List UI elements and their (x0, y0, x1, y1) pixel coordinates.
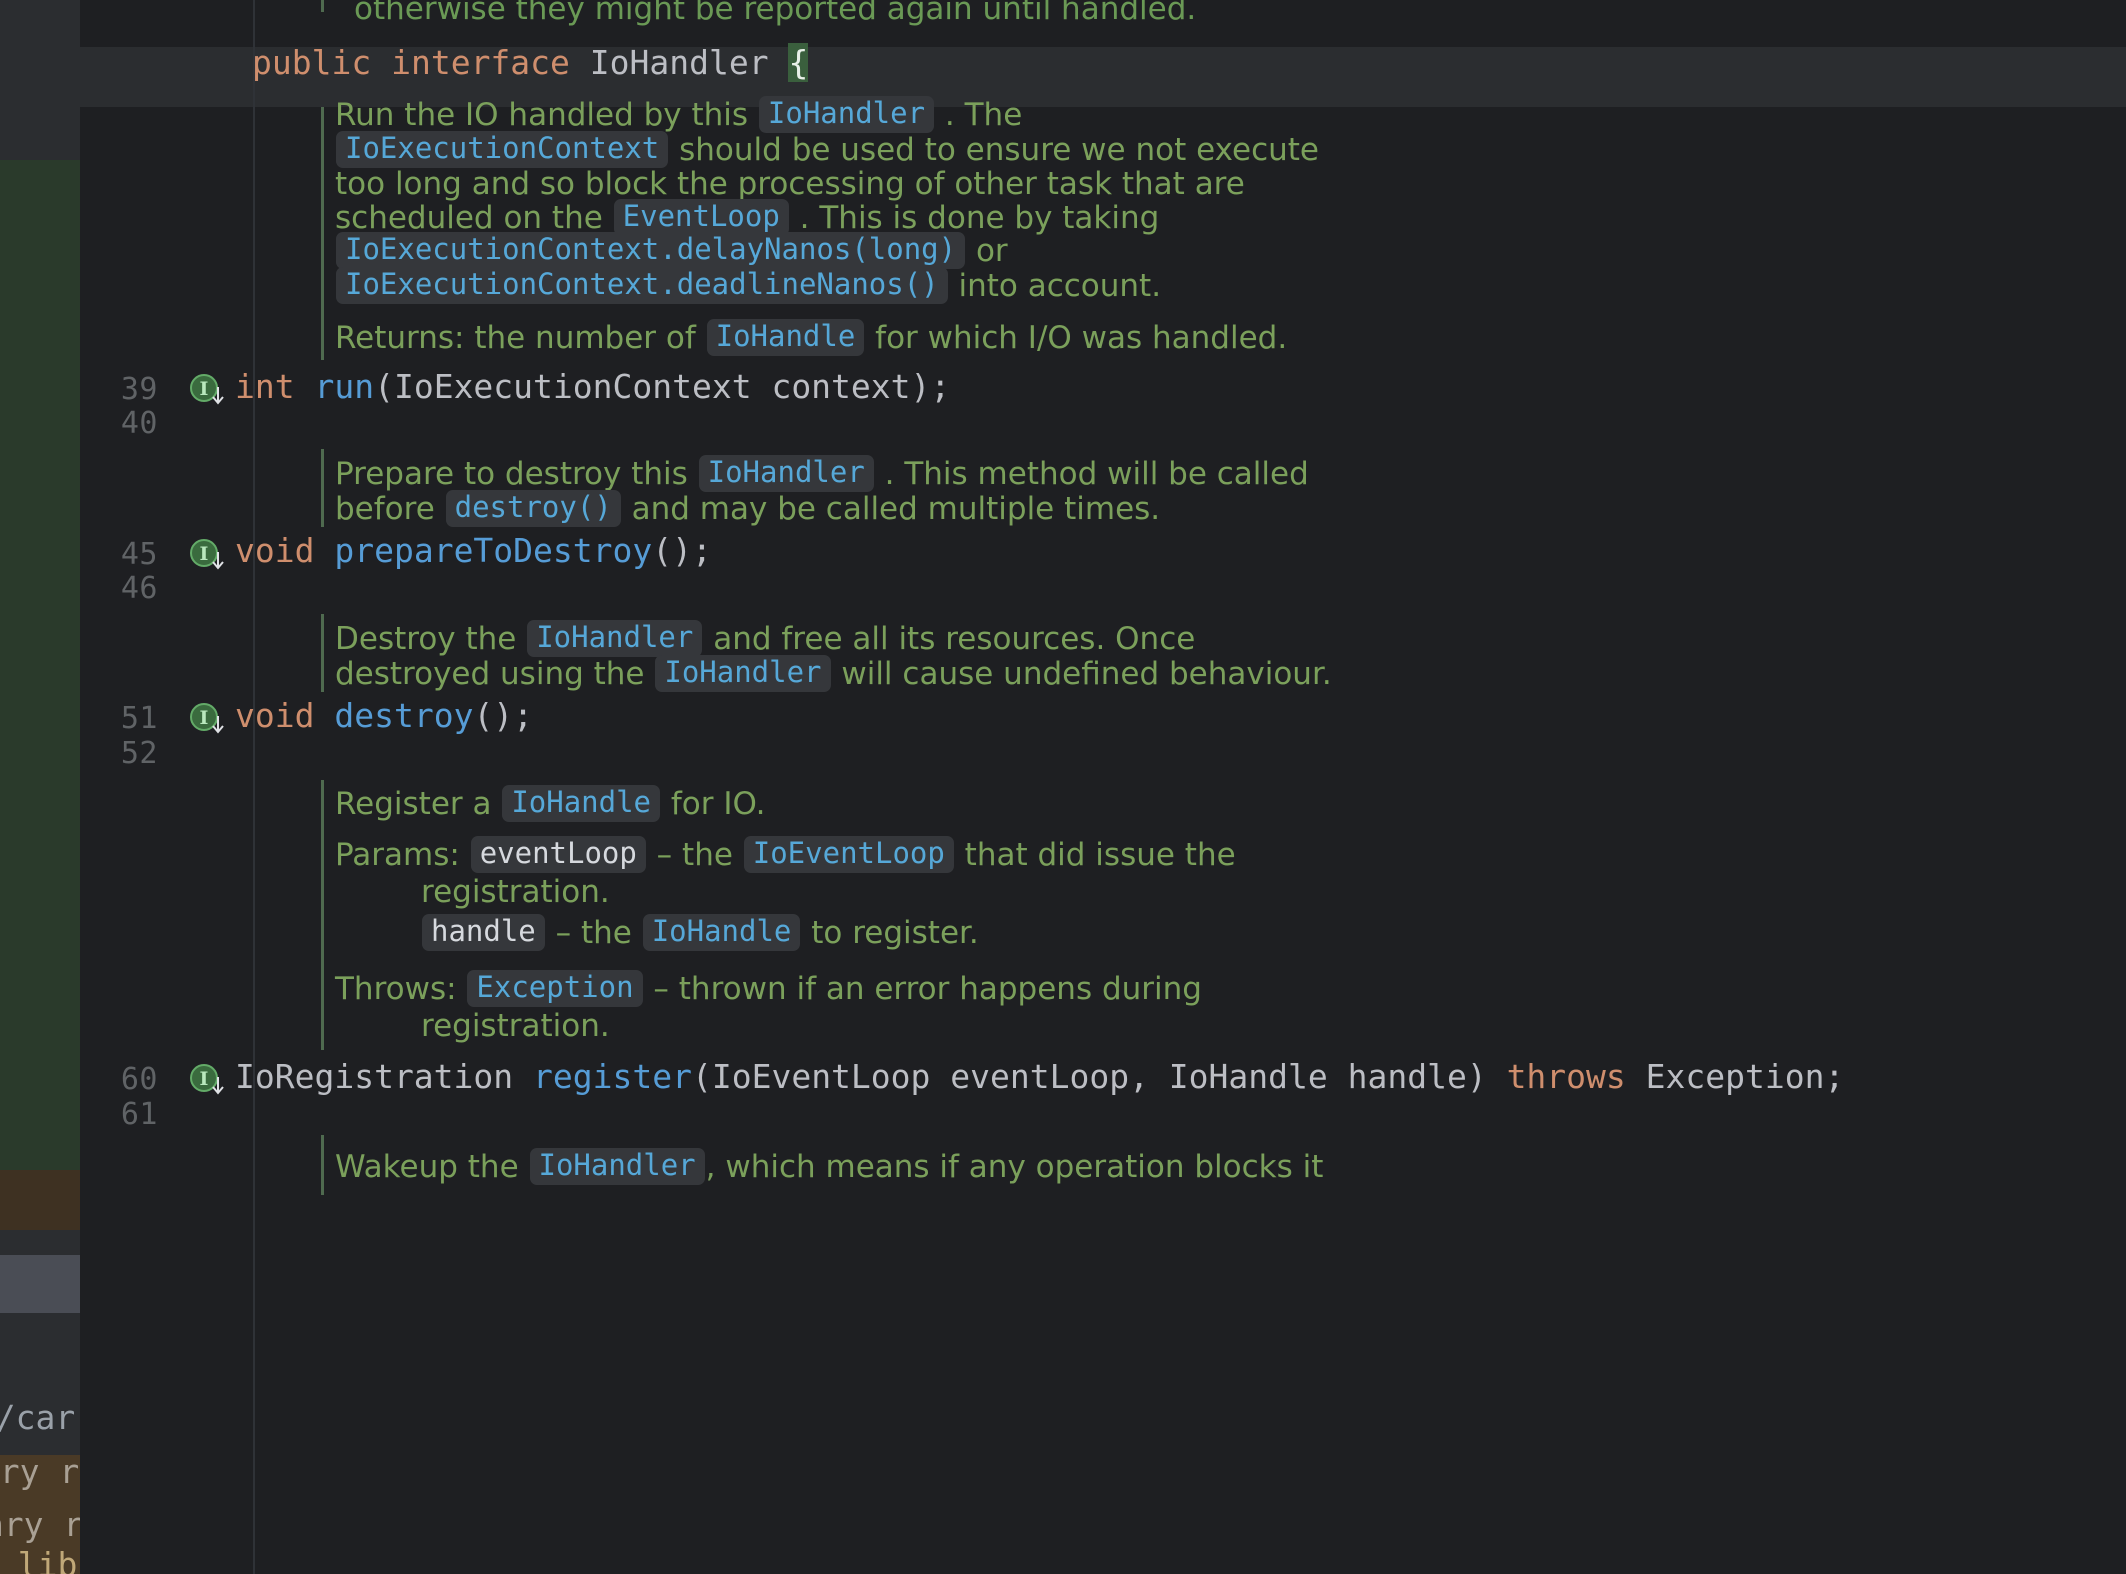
return-type: int (235, 367, 295, 406)
method-signature-run[interactable]: int run(IoExecutionContext context); (235, 357, 950, 417)
line-number-40: 40 (120, 406, 158, 441)
javadoc-line: Run the IO handled by this IoHandler . T… (335, 96, 1023, 133)
arrow-down-icon (212, 716, 224, 734)
method-params: (); (652, 531, 712, 570)
method-name: register (533, 1057, 692, 1096)
line-number-60: 60 (120, 1062, 158, 1097)
line-number-52: 52 (120, 736, 158, 771)
javadoc-left-bar-register (321, 780, 324, 1050)
javadoc-throws-line: Throws: Exception – thrown if an error h… (335, 970, 1202, 1007)
line-number-39: 39 (120, 372, 158, 407)
javadoc-left-bar-destroy (321, 614, 324, 692)
line-number-45: 45 (120, 537, 158, 572)
line-number-61: 61 (120, 1097, 158, 1132)
javadoc-line: Register a IoHandle for IO. (335, 785, 766, 822)
javadoc-left-bar-prepare (321, 449, 324, 527)
method-name: run (314, 367, 375, 406)
javadoc-params-line: Params: eventLoop – the IoEventLoop that… (335, 836, 1236, 873)
interface-name: IoHandler (589, 43, 769, 82)
arrow-down-icon (212, 387, 224, 405)
interface-marker-icon-line51[interactable]: I (190, 703, 224, 737)
javadoc-line: Prepare to destroy this IoHandler . This… (335, 455, 1309, 492)
javadoc-partial-top-line: otherwise they might be reported again u… (354, 0, 1197, 27)
return-type: void (235, 696, 315, 735)
line-number-46: 46 (120, 571, 158, 606)
javadoc-line: Destroy the IoHandler and free all its r… (335, 620, 1196, 657)
javadoc-line: IoExecutionContext.delayNanos(long) or (335, 232, 1008, 269)
javadoc-line: handle – the IoHandle to register. (421, 914, 979, 951)
method-name: destroy (334, 696, 474, 735)
javadoc-line: too long and so block the processing of … (335, 166, 1245, 202)
interface-marker-icon-line60[interactable]: I (190, 1064, 224, 1098)
line-number-gutter[interactable]: 30 39 40 45 46 51 52 60 61 I I I (80, 0, 250, 1574)
interface-marker-icon-line45[interactable]: I (190, 539, 224, 573)
method-signature-prepare-to-destroy[interactable]: void prepareToDestroy(); (235, 521, 712, 581)
code-editor[interactable]: 30 39 40 45 46 51 52 60 61 I I I (0, 0, 2126, 1574)
arrow-down-icon (212, 552, 224, 570)
gutter-current-line-highlight (80, 47, 250, 107)
javadoc-left-bar-run (321, 90, 324, 360)
line-number-51: 51 (120, 701, 158, 736)
javadoc-left-bar-top (321, 0, 324, 12)
method-params: (IoExecutionContext context); (374, 367, 951, 406)
javadoc-partial-bottom-line: Wakeup the IoHandler, which means if any… (335, 1148, 1324, 1185)
javadoc-line: scheduled on the EventLoop . This is don… (335, 199, 1160, 236)
modifier-keyword: public (252, 43, 372, 82)
interface-marker-icon-line39[interactable]: I (190, 374, 224, 408)
method-signature-register[interactable]: IoRegistration register(IoEventLoop even… (235, 1047, 1844, 1107)
javadoc-returns-line: Returns: the number of IoHandle for whic… (335, 319, 1288, 356)
throws-keyword: throws (1506, 1057, 1626, 1096)
javadoc-left-bar-bottom (321, 1135, 324, 1195)
javadoc-line: registration. (421, 874, 610, 910)
interface-keyword: interface (391, 43, 570, 82)
matching-brace: { (788, 43, 809, 82)
throws-type: Exception; (1625, 1057, 1845, 1096)
return-type: void (235, 531, 315, 570)
method-signature-destroy[interactable]: void destroy(); (235, 686, 533, 746)
javadoc-line: IoExecutionContext.deadlineNanos() into … (335, 267, 1161, 304)
javadoc-line: registration. (421, 1008, 610, 1044)
gutter-separator (253, 0, 255, 1574)
javadoc-line: IoExecutionContext should be used to ens… (335, 131, 1319, 168)
bg-text-fragment-1: an/car (0, 1398, 76, 1437)
return-type: IoRegistration (235, 1057, 514, 1096)
method-params: (IoEventLoop eventLoop, IoHandle handle) (691, 1057, 1507, 1096)
method-name: prepareToDestroy (334, 531, 653, 570)
editor-screen: an/car rary ro rary ro e libr 30 39 40 4… (0, 0, 2126, 1574)
method-params: (); (473, 696, 534, 735)
interface-declaration-line[interactable]: public interface IoHandler { (252, 33, 809, 93)
arrow-down-icon (212, 1077, 224, 1095)
